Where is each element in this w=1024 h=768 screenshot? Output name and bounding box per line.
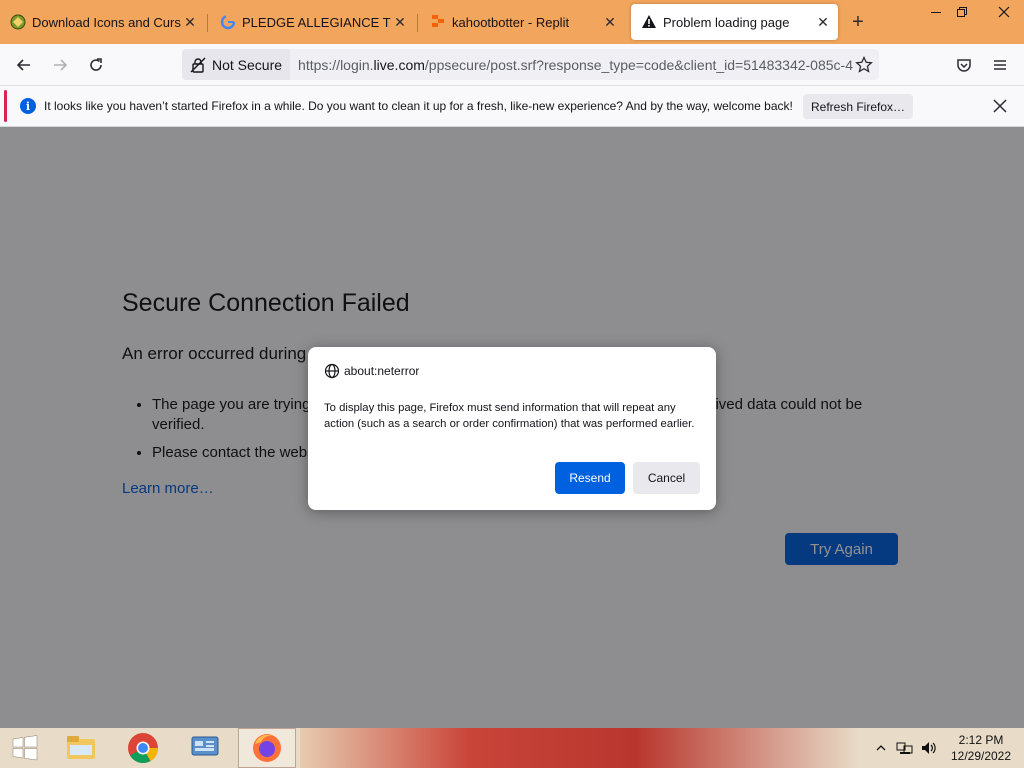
tab-separator xyxy=(207,14,208,32)
notification-accent xyxy=(4,90,7,122)
tab-problem-loading[interactable]: Problem loading page ✕ xyxy=(631,4,838,40)
new-tab-button[interactable]: + xyxy=(846,10,870,34)
tab-pledge[interactable]: PLEDGE ALLEGIANCE TO AN ✕ xyxy=(210,4,415,40)
dialog-origin: about:neterror xyxy=(344,364,420,378)
windows-taskbar: 2:12 PM 12/29/2022 xyxy=(0,728,1024,768)
show-hidden-icons-button[interactable] xyxy=(873,728,889,768)
control-panel-icon xyxy=(191,736,219,756)
app-menu-button[interactable] xyxy=(987,52,1013,78)
firefox-button[interactable] xyxy=(238,728,296,768)
dialog-message: To display this page, Firefox must send … xyxy=(324,402,695,430)
resend-dialog: about:neterror To display this page, Fir… xyxy=(308,347,716,510)
tab-download-icons[interactable]: Download Icons and Cursors ✕ xyxy=(0,4,205,40)
volume-icon[interactable] xyxy=(919,728,939,768)
url-text[interactable]: https://login.live.com/ppsecure/post.srf… xyxy=(298,57,879,73)
close-window-icon[interactable] xyxy=(984,0,1024,24)
insecure-lock-icon xyxy=(190,57,206,73)
windows-logo-icon xyxy=(12,735,38,761)
desktop-wallpaper-strip xyxy=(300,728,860,768)
tab-title: PLEDGE ALLEGIANCE TO AN xyxy=(242,14,391,30)
close-tab-icon[interactable]: ✕ xyxy=(181,13,199,31)
globe-icon xyxy=(324,363,340,379)
chevron-up-icon xyxy=(876,745,886,751)
forward-button[interactable] xyxy=(47,52,73,78)
site-security-indicator[interactable]: Not Secure xyxy=(182,49,291,80)
url-host: live.com xyxy=(373,56,425,73)
file-explorer-button[interactable] xyxy=(52,728,110,768)
close-tab-icon[interactable]: ✕ xyxy=(391,13,409,31)
restore-window-icon[interactable] xyxy=(946,0,978,24)
notification-message: It looks like you haven’t started Firefo… xyxy=(44,99,793,113)
folder-icon xyxy=(67,736,95,759)
bookmark-star-icon[interactable] xyxy=(853,54,875,76)
pocket-button[interactable] xyxy=(951,52,977,78)
navigation-toolbar: Not Secure https://login.live.com/ppsecu… xyxy=(0,44,1024,86)
cancel-button[interactable]: Cancel xyxy=(633,462,700,494)
tab-strip: Download Icons and Cursors ✕ PLEDGE ALLE… xyxy=(0,0,1024,44)
chrome-button[interactable] xyxy=(114,728,172,768)
reload-button[interactable] xyxy=(83,52,109,78)
warning-icon xyxy=(641,14,657,30)
url-path: /ppsecure/post.srf?response_type=code&cl… xyxy=(424,56,853,73)
url-bar[interactable]: Not Secure https://login.live.com/ppsecu… xyxy=(182,49,879,80)
reload-icon xyxy=(90,58,102,71)
back-arrow-icon xyxy=(16,59,30,71)
chrome-icon xyxy=(128,733,158,764)
close-tab-icon[interactable]: ✕ xyxy=(814,13,832,31)
pocket-icon xyxy=(957,59,971,72)
tab-separator xyxy=(417,14,418,32)
tab-title: kahootbotter - Replit xyxy=(452,14,570,30)
dialog-header: about:neterror xyxy=(324,363,419,379)
clock-time: 2:12 PM xyxy=(958,733,1004,747)
tab-title: Problem loading page xyxy=(663,14,790,30)
tab-title: Download Icons and Cursors xyxy=(32,14,181,30)
start-button[interactable] xyxy=(0,728,50,768)
resend-button[interactable]: Resend xyxy=(555,462,625,494)
back-button[interactable] xyxy=(11,52,37,78)
network-icon[interactable] xyxy=(895,728,915,768)
firefox-icon xyxy=(253,734,281,762)
tab-replit[interactable]: kahootbotter - Replit ✕ xyxy=(420,4,625,40)
hamburger-menu-icon xyxy=(994,60,1006,70)
replit-icon xyxy=(430,14,446,30)
close-tab-icon[interactable]: ✕ xyxy=(601,13,619,31)
clock-date: 12/29/2022 xyxy=(950,749,1012,763)
control-panel-button[interactable] xyxy=(176,728,234,768)
refresh-firefox-button[interactable]: Refresh Firefox… xyxy=(803,94,913,119)
forward-arrow-icon xyxy=(54,59,68,71)
system-clock[interactable]: 2:12 PM 12/29/2022 xyxy=(945,732,1017,764)
google-g-icon xyxy=(220,14,236,30)
not-secure-label: Not Secure xyxy=(212,56,283,73)
custom-favicon-icon xyxy=(10,14,26,30)
url-prefix: https://login. xyxy=(298,56,374,73)
info-icon: i xyxy=(20,98,36,114)
refresh-firefox-notification: i It looks like you haven’t started Fire… xyxy=(0,86,1024,127)
close-notification-icon[interactable] xyxy=(990,96,1010,116)
